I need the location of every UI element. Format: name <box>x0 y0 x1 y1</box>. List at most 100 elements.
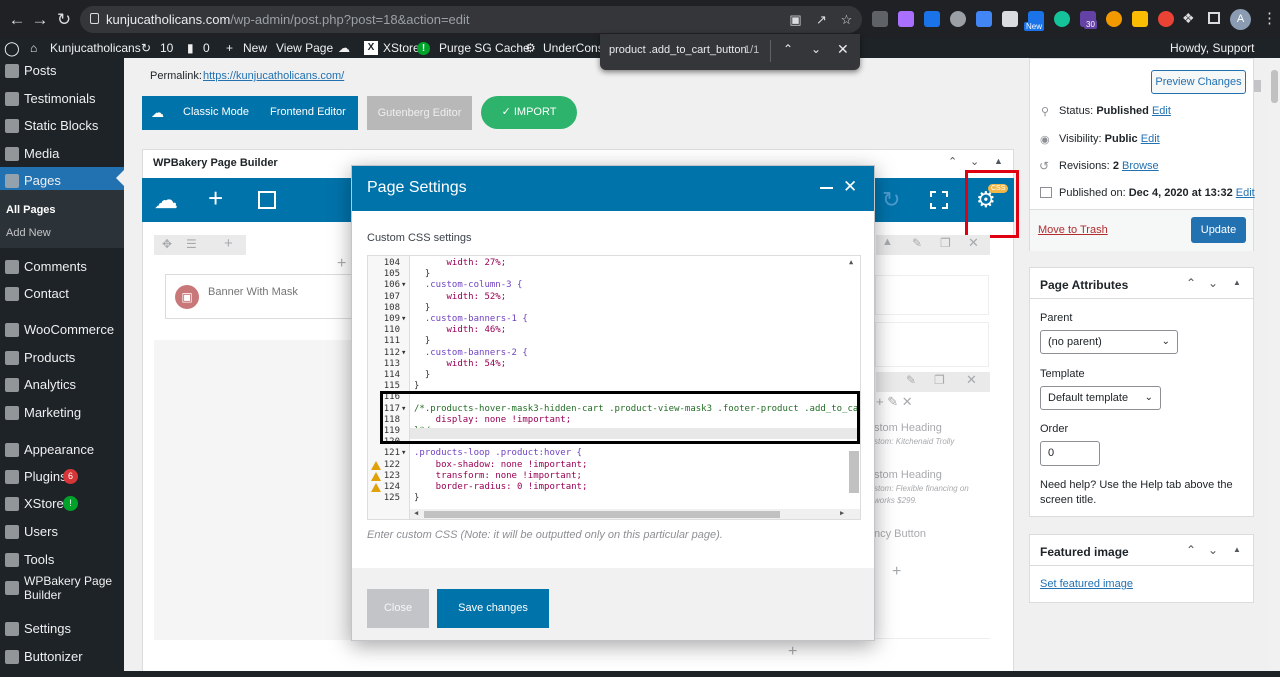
find-prev-icon[interactable]: ⌃ <box>783 42 793 56</box>
clone-icon[interactable]: ❐ <box>934 373 945 387</box>
sidebar-item-wpbakery-page-builder[interactable]: WPBakery Page Builder <box>0 574 124 602</box>
add-element-plus-icon[interactable]: + <box>337 255 346 273</box>
warning-icon[interactable] <box>371 460 381 470</box>
edit-visibility-link[interactable]: Edit <box>1141 133 1160 145</box>
home-icon[interactable]: ⌂ <box>30 38 37 58</box>
avatar[interactable]: A <box>1230 9 1251 30</box>
under-construction-link[interactable]: UnderConst <box>543 38 607 58</box>
sidebar-item-products[interactable]: Products <box>0 347 124 369</box>
parent-select[interactable]: (no parent) ⌄ <box>1040 330 1178 354</box>
sidebar-item-testimonials[interactable]: Testimonials <box>0 88 124 110</box>
plus-icon[interactable]: + <box>226 38 233 58</box>
edit-icon[interactable]: ✎ <box>912 236 922 250</box>
sidebar-item-tools[interactable]: Tools <box>0 549 124 571</box>
site-name[interactable]: Kunjucatholicans <box>50 38 141 58</box>
extension-icon[interactable] <box>1132 11 1148 27</box>
address-bar[interactable]: kunjucatholicans.com/wp-admin/post.php?p… <box>80 6 862 33</box>
move-down-icon[interactable]: ⌄ <box>1208 276 1218 290</box>
order-input[interactable]: 0 <box>1040 441 1100 466</box>
add-element-plus-icon[interactable]: + <box>892 563 901 581</box>
warning-icon[interactable] <box>371 471 381 481</box>
scroll-right-icon[interactable]: ▶ <box>840 509 844 517</box>
save-changes-button[interactable]: Save changes <box>437 589 549 628</box>
sidebar-item-comments[interactable]: Comments <box>0 256 124 278</box>
horizontal-scrollbar[interactable] <box>424 511 780 518</box>
sidebar-item-xstore[interactable]: XStore! <box>0 493 124 515</box>
sidebar-item-plugins[interactable]: Plugins 6 <box>0 466 124 488</box>
clone-icon[interactable]: ❐ <box>940 236 951 250</box>
fold-arrow-icon[interactable]: ▾ <box>401 314 409 325</box>
fold-arrow-icon[interactable]: ▾ <box>401 280 409 291</box>
page-scrollbar[interactable] <box>1271 70 1278 103</box>
grammarly-icon[interactable] <box>1054 11 1070 27</box>
sidebar-item-analytics[interactable]: Analytics <box>0 374 124 396</box>
classic-mode-button[interactable]: Classic Mode <box>183 106 249 118</box>
collapse-down-icon[interactable]: ⌄ <box>970 155 979 168</box>
preview-changes-button[interactable]: Preview Changes <box>1151 70 1246 94</box>
templates-icon[interactable] <box>258 191 276 209</box>
edit-icon[interactable]: ✎ <box>906 373 916 387</box>
delete-icon[interactable]: ✕ <box>966 372 977 388</box>
sidebar-item-users[interactable]: Users <box>0 521 124 543</box>
wordpress-logo-icon[interactable]: ◯ <box>4 38 20 58</box>
bookmark-star-icon[interactable]: ☆ <box>837 10 856 29</box>
scroll-left-icon[interactable]: ◀ <box>414 509 418 517</box>
add-element-icon[interactable]: + <box>208 183 223 214</box>
reload-icon[interactable]: ↻ <box>53 9 75 31</box>
share-icon[interactable]: ↗ <box>812 10 831 29</box>
add-element-plus-icon[interactable]: + <box>788 643 797 661</box>
back-icon[interactable]: ← <box>6 9 28 31</box>
vertical-scrollbar[interactable] <box>849 451 859 493</box>
sidebar-item-media[interactable]: Media <box>0 143 124 165</box>
menu-kebab-icon[interactable]: ⋮ <box>1262 9 1277 27</box>
toggle-panel-icon[interactable]: ▲ <box>994 156 1003 166</box>
import-button[interactable]: ✓ IMPORT <box>481 96 577 129</box>
new-menu[interactable]: New <box>243 38 267 58</box>
camera-icon[interactable] <box>1002 11 1018 27</box>
extension-icon[interactable] <box>872 11 888 27</box>
drag-icon[interactable]: ✥ <box>162 237 172 251</box>
extension-icon[interactable] <box>1106 11 1122 27</box>
element-banner-with-mask[interactable]: ▣ Banner With Mask <box>165 274 355 319</box>
view-page-link[interactable]: View Page <box>276 38 333 58</box>
gear-icon[interactable]: ⚙ <box>525 38 536 58</box>
xstore-icon[interactable]: X <box>364 41 378 55</box>
sidebar-item-settings[interactable]: Settings <box>0 618 124 640</box>
find-next-icon[interactable]: ⌄ <box>811 42 821 56</box>
submenu-all-pages[interactable]: All Pages <box>0 202 124 218</box>
browse-revisions-link[interactable]: Browse <box>1122 160 1159 172</box>
updates-icon[interactable]: ↻ <box>141 38 151 58</box>
move-up-icon[interactable]: ⌃ <box>1186 543 1196 557</box>
redo-icon[interactable]: ↻ <box>882 187 900 213</box>
toggle-panel-icon[interactable]: ▲ <box>1233 278 1241 287</box>
custom-css-editor[interactable]: 104 width: 27%; 105 } 106 ▾ .custom-column-… <box>367 255 861 520</box>
fold-arrow-icon[interactable]: ▾ <box>401 348 409 359</box>
sidebar-item-buttonizer[interactable]: Buttonizer <box>0 646 124 668</box>
move-down-icon[interactable]: ⌄ <box>1208 543 1218 557</box>
globe-icon[interactable] <box>950 11 966 27</box>
edit-status-link[interactable]: Edit <box>1152 105 1171 117</box>
set-featured-image-link[interactable]: Set featured image <box>1040 578 1133 590</box>
xstore-menu[interactable]: XStore <box>383 38 420 58</box>
sidebar-item-marketing[interactable]: Marketing <box>0 402 124 424</box>
sidebar-item-pages[interactable]: Pages <box>0 170 124 192</box>
close-button[interactable]: Close <box>367 589 429 628</box>
edit-date-link[interactable]: Edit <box>1236 187 1255 199</box>
update-button[interactable]: Update <box>1191 217 1246 243</box>
translate-icon[interactable] <box>976 11 992 27</box>
minimize-icon[interactable] <box>820 187 833 189</box>
scroll-up-icon[interactable]: ▲ <box>849 258 853 266</box>
find-close-icon[interactable]: ✕ <box>837 41 849 58</box>
close-icon[interactable]: ✕ <box>843 177 857 197</box>
comments-icon[interactable]: ▮ <box>187 38 194 58</box>
collapse-up-icon[interactable]: ⌃ <box>948 155 957 168</box>
extension-icon[interactable] <box>898 11 914 27</box>
toggle-panel-icon[interactable]: ▲ <box>1233 545 1241 554</box>
sidepanel-icon[interactable] <box>1208 12 1220 24</box>
sidebar-item-appearance[interactable]: Appearance <box>0 439 124 461</box>
extension-icon[interactable] <box>924 11 940 27</box>
howdy-account[interactable]: Howdy, Support <box>1170 38 1255 58</box>
fold-arrow-icon[interactable]: ▾ <box>401 448 409 459</box>
delete-icon[interactable]: ✕ <box>968 235 979 251</box>
wpbakery-icon[interactable]: ☁ <box>338 38 350 58</box>
